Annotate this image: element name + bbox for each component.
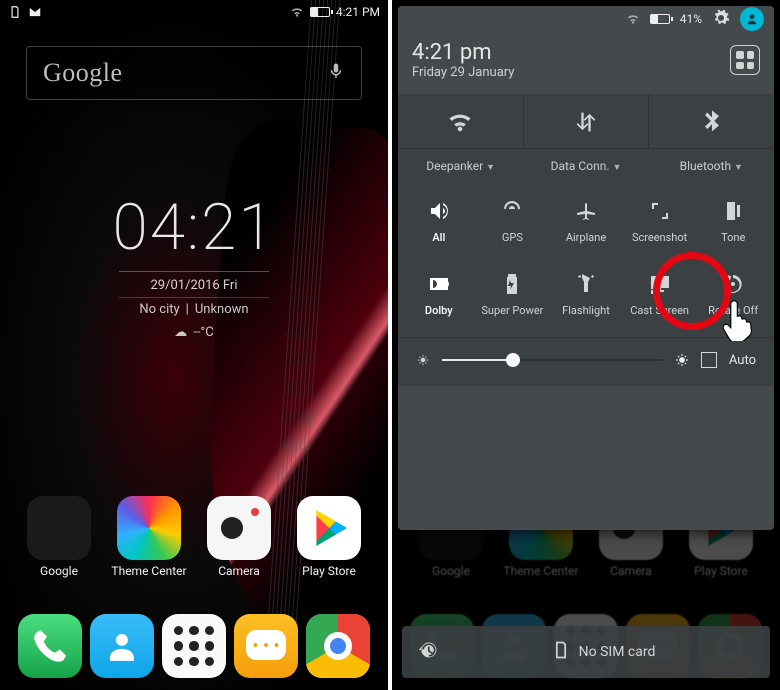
- brightness-slider[interactable]: [442, 359, 663, 361]
- app-drawer[interactable]: [158, 614, 230, 678]
- profile-avatar[interactable]: [740, 7, 764, 31]
- clock-widget[interactable]: 04:21 29/01/2016 Fri No city | Unknown ☁…: [0, 190, 388, 340]
- clock-date: 29/01/2016 Fri: [0, 278, 388, 293]
- sim-icon: [8, 5, 22, 19]
- tile-rotate-off[interactable]: Rotate Off: [696, 272, 770, 317]
- qs-time: 4:21 pm: [412, 40, 514, 65]
- tile-super-power[interactable]: Super Power: [476, 272, 550, 317]
- theme-center-icon: [117, 496, 181, 560]
- auto-brightness-checkbox[interactable]: [701, 352, 717, 368]
- quick-settings-screen: Google Theme Center Camera Play Store 41…: [392, 0, 780, 690]
- wifi-icon: [626, 12, 640, 26]
- clock-loc: Unknown: [195, 302, 249, 317]
- tile-airplane[interactable]: Airplane: [549, 199, 623, 244]
- brightness-row: Auto: [398, 337, 774, 386]
- brightness-high-icon: [675, 353, 689, 367]
- qs-header: 4:21 pm Friday 29 January: [398, 32, 774, 94]
- home-screen: 4:21 PM Google 04:21 29/01/2016 Fri No c…: [0, 0, 388, 690]
- no-sim-text: No SIM card: [579, 644, 656, 660]
- app-play-store[interactable]: Play Store: [288, 496, 370, 578]
- play-store-icon: [297, 496, 361, 560]
- wifi-network-picker[interactable]: Deepanker ▼: [398, 149, 523, 177]
- qs-status-bar: 41%: [398, 6, 774, 32]
- app-theme-center[interactable]: Theme Center: [108, 496, 190, 578]
- app-label: Camera: [218, 564, 260, 578]
- battery-icon: [310, 7, 330, 17]
- no-sim-notification[interactable]: No SIM card: [402, 626, 770, 678]
- qs-connectivity-row: [398, 94, 774, 149]
- wifi-toggle[interactable]: [398, 94, 524, 148]
- app-row: Google Theme Center Camera Play Store: [0, 496, 388, 578]
- sim-icon: [551, 640, 571, 664]
- camera-icon: [207, 496, 271, 560]
- history-icon: [418, 640, 438, 664]
- google-logo: Google: [43, 58, 123, 88]
- contacts-icon: [90, 614, 154, 678]
- qs-tiles: All GPS Airplane Screenshot Tone Dolby S…: [398, 177, 774, 337]
- tile-tone[interactable]: Tone: [696, 199, 770, 244]
- tile-sound-all[interactable]: All: [402, 199, 476, 244]
- battery-percent: 41%: [680, 12, 702, 26]
- qs-grid-toggle[interactable]: [730, 45, 760, 75]
- tile-gps[interactable]: GPS: [476, 199, 550, 244]
- bluetooth-picker[interactable]: Bluetooth ▼: [649, 149, 774, 177]
- app-google-folder[interactable]: Google: [18, 496, 100, 578]
- clock-time: 04:21: [0, 190, 388, 265]
- auto-label: Auto: [729, 353, 756, 368]
- dock: [0, 614, 388, 678]
- app-camera[interactable]: Camera: [198, 496, 280, 578]
- tile-dolby[interactable]: Dolby: [402, 272, 476, 317]
- app-drawer-icon: [162, 614, 226, 678]
- quick-settings-panel: 41% 4:21 pm Friday 29 January Deepanker …: [398, 6, 774, 530]
- clock-temp: --°C: [193, 325, 214, 340]
- wifi-icon: [290, 5, 304, 19]
- cloud-icon: ☁: [174, 325, 187, 340]
- tile-flashlight[interactable]: Flashlight: [549, 272, 623, 317]
- battery-icon: [650, 14, 670, 24]
- settings-icon[interactable]: [712, 9, 730, 30]
- mail-icon: [28, 5, 42, 19]
- google-search-bar[interactable]: Google: [26, 46, 362, 100]
- clock-city: No city: [139, 302, 179, 317]
- mic-icon[interactable]: [327, 60, 345, 86]
- data-toggle[interactable]: [524, 94, 650, 148]
- bluetooth-toggle[interactable]: [649, 94, 774, 148]
- google-folder-icon: [27, 496, 91, 560]
- qs-date: Friday 29 January: [412, 65, 514, 80]
- app-chrome[interactable]: [302, 614, 374, 678]
- app-label: Google: [40, 564, 78, 578]
- chrome-icon: [306, 614, 370, 678]
- phone-icon: [18, 614, 82, 678]
- tile-cast-screen[interactable]: Cast Screen: [623, 272, 697, 317]
- app-contacts[interactable]: [86, 614, 158, 678]
- data-picker[interactable]: Data Conn. ▼: [523, 149, 648, 177]
- app-phone[interactable]: [14, 614, 86, 678]
- brightness-low-icon: [416, 353, 430, 367]
- app-label: Theme Center: [111, 564, 186, 578]
- tile-screenshot[interactable]: Screenshot: [623, 199, 697, 244]
- app-label: Play Store: [302, 564, 356, 578]
- messages-icon: [234, 614, 298, 678]
- app-messages[interactable]: [230, 614, 302, 678]
